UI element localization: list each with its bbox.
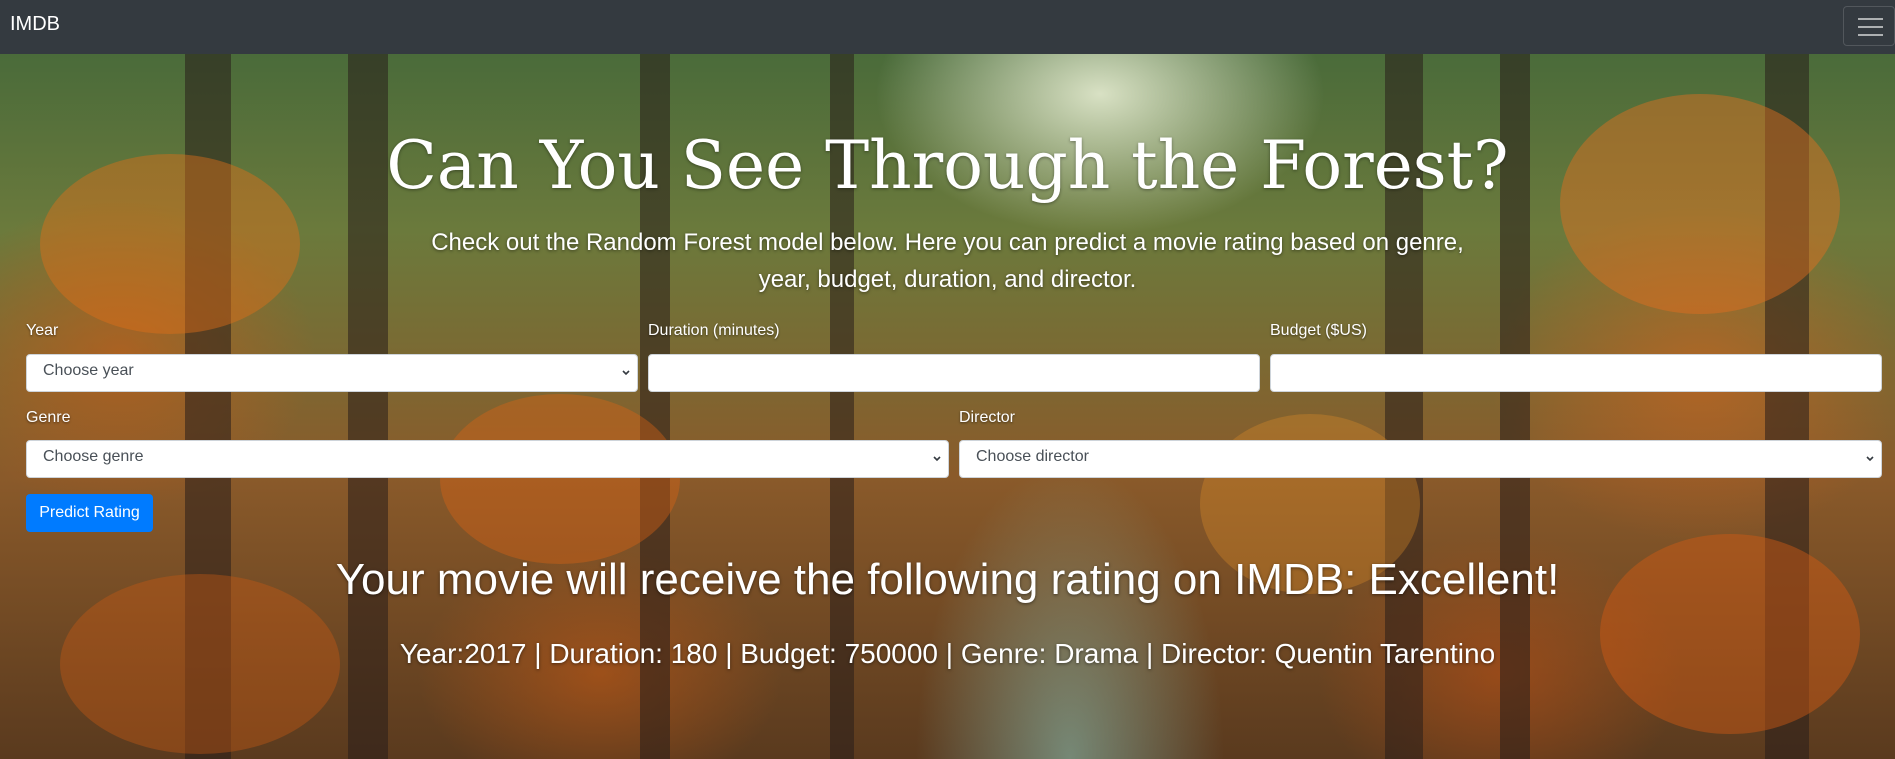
director-label: Director (959, 409, 1016, 426)
navbar: IMDB (0, 0, 1895, 54)
hamburger-icon (1858, 18, 1883, 20)
director-select-value: Choose director (976, 448, 1089, 465)
genre-select-value: Choose genre (43, 448, 144, 465)
page-description: Check out the Random Forest model below.… (431, 229, 1464, 293)
duration-label: Duration (minutes) (648, 322, 780, 339)
chevron-down-icon (622, 370, 630, 376)
brand-link[interactable]: IMDB (10, 13, 60, 36)
director-select[interactable]: Choose director (959, 440, 1882, 478)
foliage (440, 394, 680, 564)
input-summary: Year:2017 | Duration: 180 | Budget: 7500… (399, 638, 1496, 669)
genre-select[interactable]: Choose genre (26, 440, 949, 478)
year-select[interactable]: Choose year (26, 354, 638, 392)
chevron-down-icon (1866, 456, 1874, 462)
hero-background: Can You See Through the Forest? Check ou… (0, 54, 1895, 759)
predict-rating-button[interactable]: Predict Rating (26, 494, 153, 532)
year-select-value: Choose year (43, 362, 134, 379)
page-title: Can You See Through the Forest? (386, 127, 1509, 204)
budget-input[interactable] (1270, 354, 1882, 392)
year-label: Year (26, 322, 59, 339)
rating-result: Your movie will receive the following ra… (335, 555, 1560, 604)
chevron-down-icon (933, 456, 941, 462)
duration-input[interactable] (648, 354, 1260, 392)
genre-label: Genre (26, 409, 71, 426)
navbar-toggler-button[interactable] (1843, 6, 1895, 46)
budget-label: Budget ($US) (1270, 322, 1367, 339)
